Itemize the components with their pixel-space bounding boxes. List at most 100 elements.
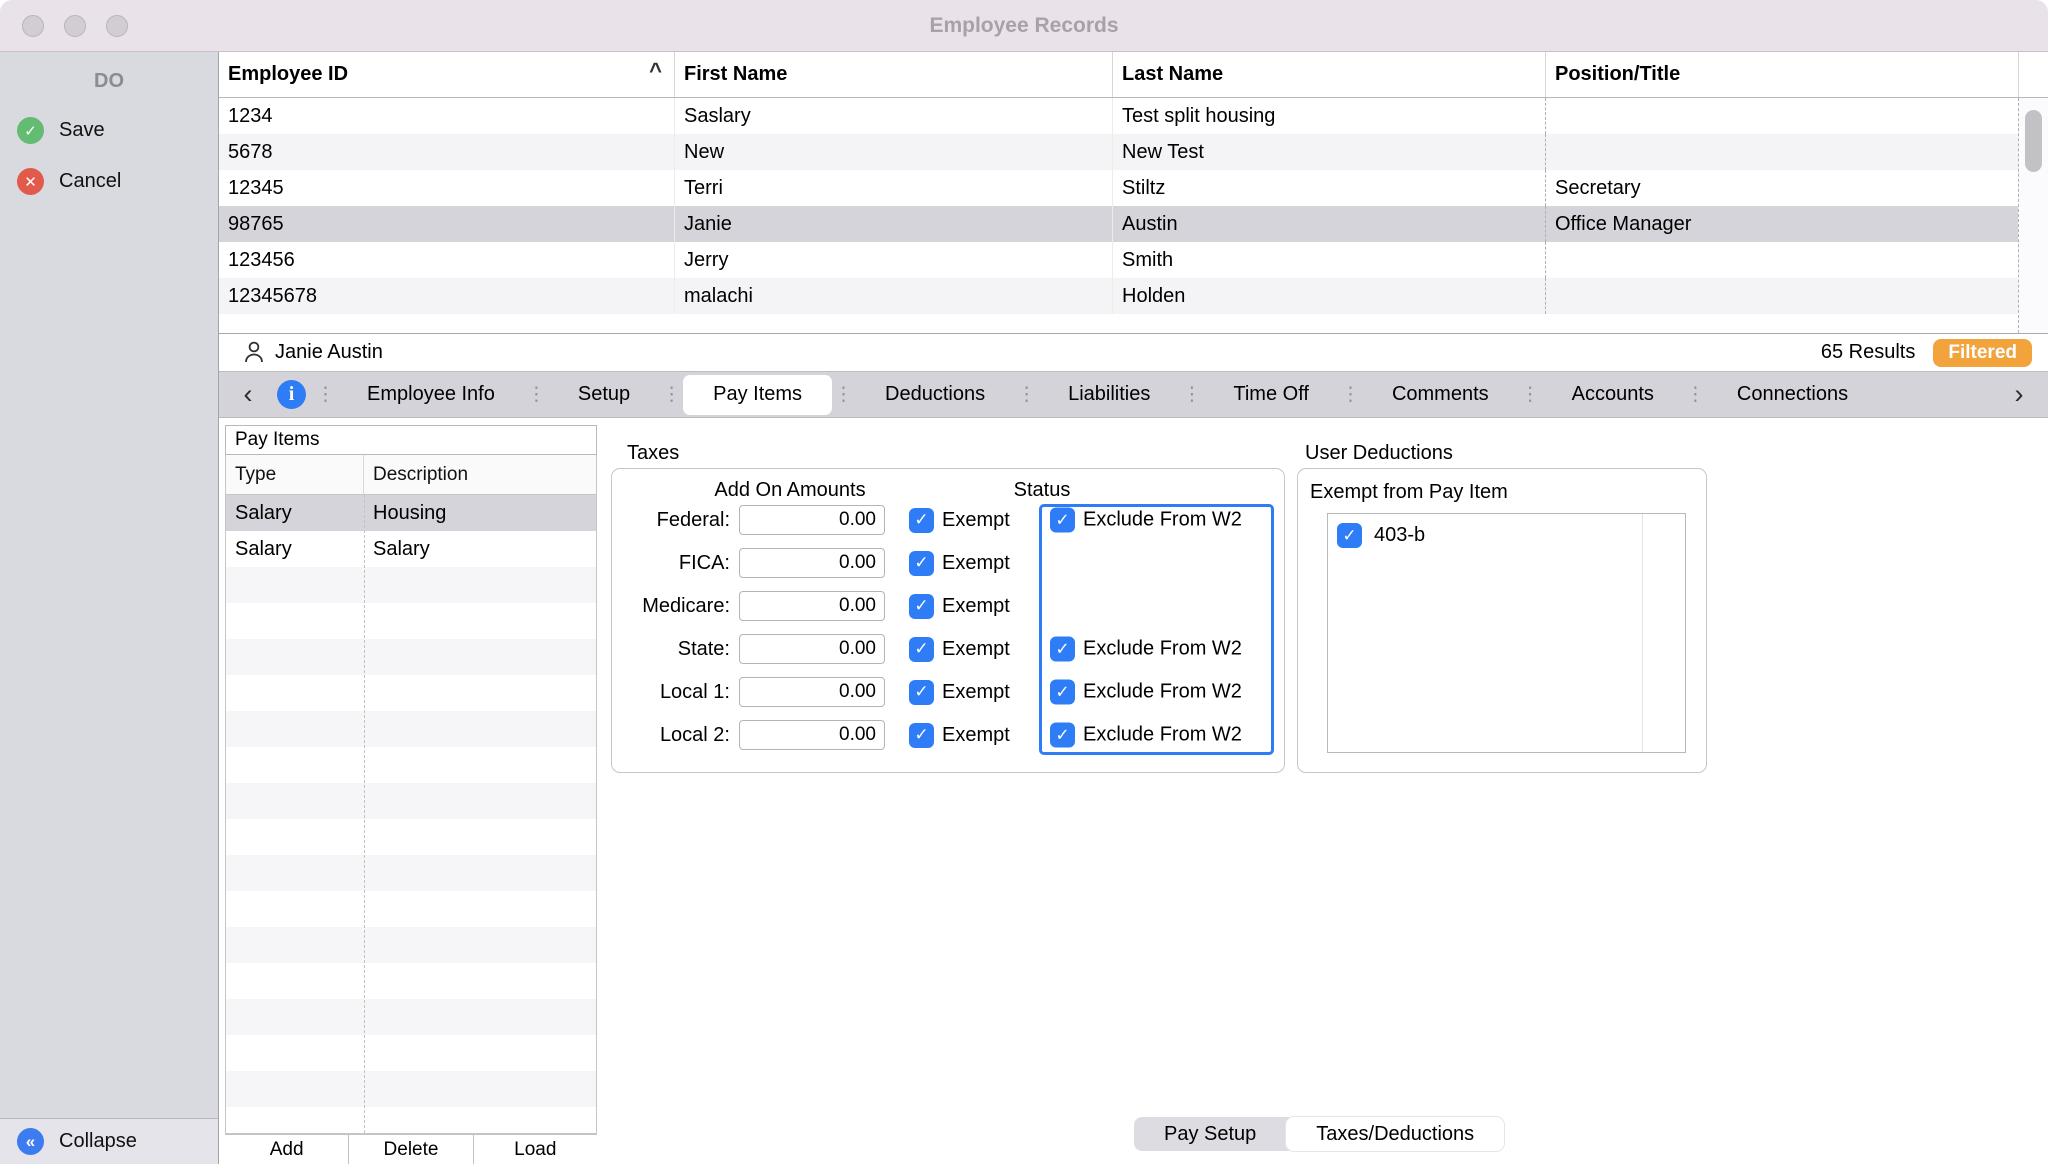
pay-item-row[interactable]: Salary Salary <box>226 531 596 567</box>
cell-employee-id: 123456 <box>219 242 675 278</box>
cancel-button[interactable]: ✕ Cancel <box>0 168 218 195</box>
person-icon <box>243 341 265 365</box>
column-header-first-name[interactable]: First Name <box>675 52 1113 97</box>
table-scrollbar[interactable] <box>2018 98 2048 333</box>
cancel-button-label: Cancel <box>59 170 121 193</box>
column-header-last-name[interactable]: Last Name <box>1113 52 1546 97</box>
column-header-employee-id[interactable]: Employee ID ^ <box>219 52 675 97</box>
pay-items-column-type[interactable]: Type <box>226 455 364 494</box>
tab-accounts[interactable]: Accounts <box>1542 375 1684 415</box>
cell-position: Office Manager <box>1546 206 2018 242</box>
check-icon: ✓ <box>914 596 928 616</box>
tax-row-medicare: Medicare: ✓ Exempt ✓ Exclude From W2 <box>612 585 1284 627</box>
save-button[interactable]: ✓ Save <box>0 117 218 144</box>
tabs-scroll-right-icon[interactable]: › <box>1998 379 2040 410</box>
tax-row-label: FICA: <box>612 552 730 575</box>
exempt-checkbox[interactable]: ✓ <box>909 551 934 576</box>
exempt-from-pay-item-label: Exempt from Pay Item <box>1310 481 1508 504</box>
tab-pay-items[interactable]: Pay Items <box>683 375 832 415</box>
pay-item-row-selected[interactable]: Salary Housing <box>226 495 596 531</box>
column-header-position[interactable]: Position/Title <box>1546 52 2018 97</box>
exempt-checkbox[interactable]: ✓ <box>909 508 934 533</box>
employee-records-window: Employee Records DO ✓ Save ✕ Cancel « Co… <box>0 0 2048 1164</box>
exempt-checkbox[interactable]: ✓ <box>909 680 934 705</box>
table-row-selected[interactable]: 98765 Janie Austin Office Manager <box>219 206 2048 242</box>
check-icon: ✓ <box>914 639 928 659</box>
user-deductions-list: ✓ 403-b <box>1327 513 1686 753</box>
employee-table: Employee ID ^ First Name Last Name Posit… <box>219 52 2048 333</box>
cell-last-name: Stiltz <box>1113 170 1546 206</box>
exclude-w2-checkbox[interactable]: ✓ <box>1050 723 1075 748</box>
tax-amount-input[interactable] <box>739 548 885 578</box>
tab-pay-setup[interactable]: Pay Setup <box>1134 1117 1286 1151</box>
load-pay-item-button[interactable]: Load <box>474 1135 597 1164</box>
cancel-x-icon: ✕ <box>17 168 44 195</box>
exempt-label: Exempt <box>942 681 1010 704</box>
user-deduction-item[interactable]: ✓ 403-b <box>1328 514 1685 548</box>
pay-item-description: Salary <box>364 531 596 567</box>
tab-comments[interactable]: Comments <box>1362 375 1519 415</box>
exclude-w2-checkbox[interactable]: ✓ <box>1050 508 1075 533</box>
exclude-w2-option: ✓ Exclude From W2 <box>1050 637 1242 662</box>
table-row[interactable]: 12345678 malachi Holden <box>219 278 2048 314</box>
exclude-w2-checkbox[interactable]: ✓ <box>1050 680 1075 705</box>
record-status-bar: Janie Austin 65 Results Filtered <box>219 333 2048 372</box>
tax-amount-input[interactable] <box>739 591 885 621</box>
cell-first-name: Saslary <box>675 98 1113 134</box>
exempt-checkbox[interactable]: ✓ <box>909 637 934 662</box>
tab-deductions[interactable]: Deductions <box>855 375 1015 415</box>
detail-tab-bar: ‹ i ⋮ Employee Info ⋮ Setup ⋮ Pay Items … <box>219 372 2048 418</box>
cell-position <box>1546 98 2018 134</box>
tax-amount-input[interactable] <box>739 720 885 750</box>
table-row[interactable]: 12345 Terri Stiltz Secretary <box>219 170 2048 206</box>
employee-table-header: Employee ID ^ First Name Last Name Posit… <box>219 52 2048 98</box>
cell-last-name: Austin <box>1113 206 1546 242</box>
table-row[interactable]: 123456 Jerry Smith <box>219 242 2048 278</box>
tab-taxes-deductions[interactable]: Taxes/Deductions <box>1286 1117 1504 1151</box>
delete-pay-item-button[interactable]: Delete <box>349 1135 473 1164</box>
deduction-checkbox[interactable]: ✓ <box>1337 523 1362 548</box>
cell-last-name: Smith <box>1113 242 1546 278</box>
tab-setup[interactable]: Setup <box>548 375 660 415</box>
check-icon: ✓ <box>1055 510 1069 530</box>
add-pay-item-button[interactable]: Add <box>225 1135 349 1164</box>
cell-employee-id: 98765 <box>219 206 675 242</box>
tab-separator-icon: ⋮ <box>525 383 548 406</box>
tab-separator-icon: ⋮ <box>832 383 855 406</box>
filtered-badge[interactable]: Filtered <box>1933 339 2032 367</box>
cell-last-name: Holden <box>1113 278 1546 314</box>
tax-amount-input[interactable] <box>739 634 885 664</box>
close-window-button[interactable] <box>22 15 44 37</box>
info-icon[interactable]: i <box>277 380 306 409</box>
pay-items-list-header: Type Description <box>225 455 597 495</box>
pay-items-column-description[interactable]: Description <box>364 455 596 494</box>
tax-amount-input[interactable] <box>739 677 885 707</box>
exempt-checkbox[interactable]: ✓ <box>909 594 934 619</box>
pay-items-list: Salary Housing Salary Salary <box>225 495 597 1134</box>
deductions-list-scrollbar-gutter <box>1642 514 1643 752</box>
main-area: Employee ID ^ First Name Last Name Posit… <box>219 52 2048 1164</box>
tab-separator-icon: ⋮ <box>1684 383 1707 406</box>
exempt-checkbox[interactable]: ✓ <box>909 723 934 748</box>
exclude-w2-option: ✓ Exclude From W2 <box>1050 723 1242 748</box>
pay-items-empty-rows <box>226 567 596 1133</box>
table-row[interactable]: 1234 Saslary Test split housing <box>219 98 2048 134</box>
save-button-label: Save <box>59 119 105 142</box>
tax-row-state: State: ✓ Exempt ✓ Exclude From W2 <box>612 628 1284 670</box>
table-row[interactable]: 5678 New New Test <box>219 134 2048 170</box>
tabs-scroll-left-icon[interactable]: ‹ <box>227 379 269 410</box>
tab-connections[interactable]: Connections <box>1707 375 1878 415</box>
exclude-w2-label: Exclude From W2 <box>1083 724 1242 747</box>
minimize-window-button[interactable] <box>64 15 86 37</box>
collapse-button[interactable]: « Collapse <box>0 1118 218 1164</box>
tab-employee-info[interactable]: Employee Info <box>337 375 525 415</box>
zoom-window-button[interactable] <box>106 15 128 37</box>
tab-liabilities[interactable]: Liabilities <box>1038 375 1180 415</box>
exempt-label: Exempt <box>942 724 1010 747</box>
tax-amount-input[interactable] <box>739 505 885 535</box>
scrollbar-thumb[interactable] <box>2025 110 2042 172</box>
tab-time-off[interactable]: Time Off <box>1203 375 1339 415</box>
exclude-w2-checkbox[interactable]: ✓ <box>1050 637 1075 662</box>
user-deductions-group-box: Exempt from Pay Item ✓ 403-b <box>1297 468 1707 773</box>
tax-row-label: State: <box>612 638 730 661</box>
